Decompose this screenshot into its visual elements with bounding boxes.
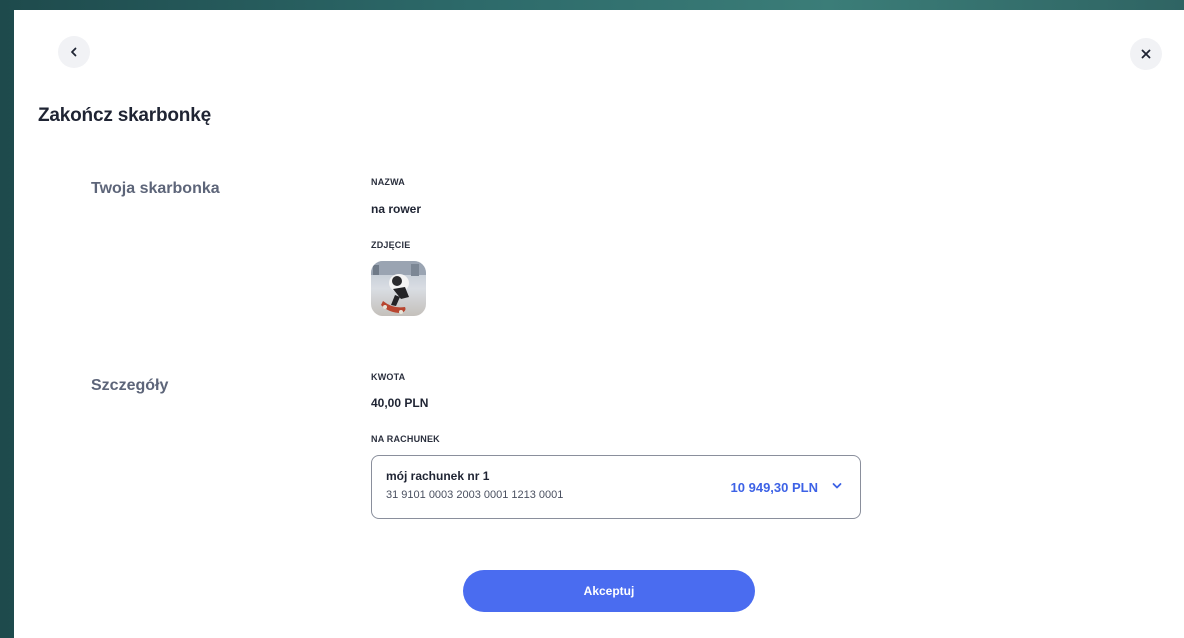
chevron-left-icon — [71, 47, 77, 57]
account-label: NA RACHUNEK — [371, 434, 440, 444]
section-label-details: Szczegóły — [91, 377, 169, 394]
close-icon — [1141, 49, 1151, 59]
chevron-down-icon — [832, 483, 842, 489]
close-button[interactable] — [1130, 38, 1162, 70]
amount-label: KWOTA — [371, 372, 406, 382]
name-label: NAZWA — [371, 177, 405, 187]
piggybank-photo — [371, 261, 426, 316]
end-piggybank-dialog: Zakończ skarbonkę Twoja skarbonka NAZWA … — [14, 10, 1184, 638]
page-title: Zakończ skarbonkę — [38, 105, 211, 126]
account-name: mój rachunek nr 1 — [386, 469, 490, 483]
amount-value: 40,00 PLN — [371, 396, 429, 410]
account-number: 31 9101 0003 2003 0001 1213 0001 — [386, 489, 564, 501]
account-balance: 10 949,30 PLN — [730, 480, 818, 495]
back-button[interactable] — [58, 36, 90, 68]
accept-button[interactable]: Akceptuj — [463, 570, 755, 612]
name-value: na rower — [371, 202, 422, 216]
photo-label: ZDJĘCIE — [371, 240, 411, 250]
section-label-piggybank: Twoja skarbonka — [91, 180, 220, 197]
account-select[interactable]: mój rachunek nr 1 31 9101 0003 2003 0001… — [371, 455, 861, 519]
